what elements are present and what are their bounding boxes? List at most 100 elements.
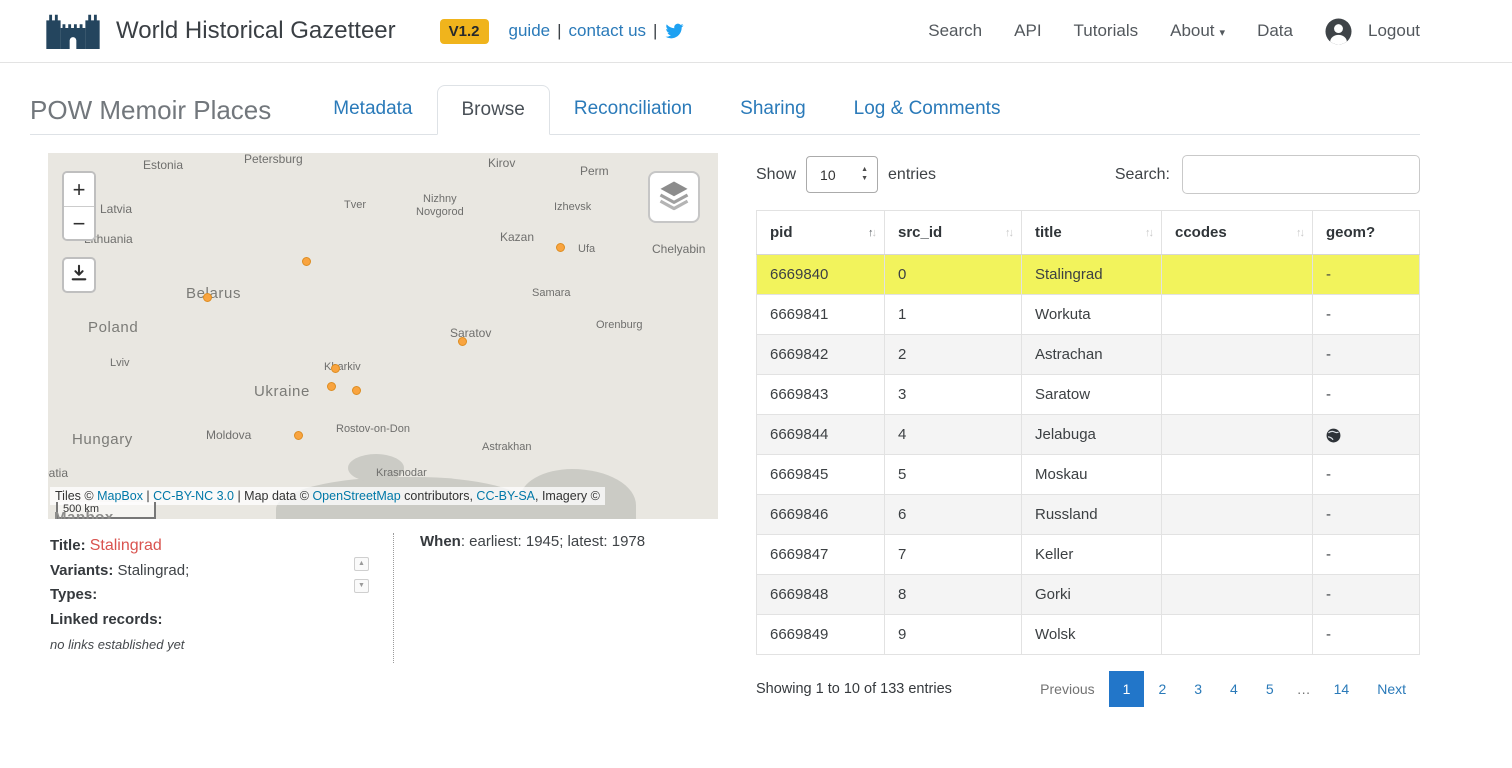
page-length-value: 10 xyxy=(820,167,836,183)
cell-src-id: 7 xyxy=(885,535,1022,575)
nav-item-api[interactable]: API xyxy=(1014,21,1041,41)
map-label-izhevsk: Izhevsk xyxy=(554,201,591,214)
main-content: EstoniaPetersburgKirovPermLatviaTverNizh… xyxy=(0,135,1512,707)
logout-link[interactable]: Logout xyxy=(1368,21,1420,41)
zoom-in-button[interactable]: + xyxy=(64,173,94,206)
sort-icon: ↑↓ xyxy=(1145,227,1152,239)
separator: | xyxy=(557,21,561,41)
nav-item-data[interactable]: Data xyxy=(1257,21,1293,41)
user-avatar[interactable] xyxy=(1325,18,1352,45)
cell-geom: - xyxy=(1313,455,1420,495)
nav-item-about[interactable]: About▾ xyxy=(1170,21,1225,41)
map-label-krasnodar: Krasnodar xyxy=(376,467,427,480)
map-label-samara: Samara xyxy=(532,287,571,300)
place-marker[interactable] xyxy=(331,364,340,373)
place-marker[interactable] xyxy=(203,293,212,302)
tab-sharing[interactable]: Sharing xyxy=(716,85,830,135)
tab-log-comments[interactable]: Log & Comments xyxy=(830,85,1025,135)
place-marker[interactable] xyxy=(327,382,336,391)
place-marker[interactable] xyxy=(302,257,311,266)
header-nav: Search API Tutorials About▾ Data xyxy=(928,21,1293,41)
place-marker[interactable] xyxy=(352,386,361,395)
twitter-icon[interactable] xyxy=(664,22,685,40)
tab-reconciliation[interactable]: Reconciliation xyxy=(550,85,716,135)
mapbox-watermark: Mapbox xyxy=(54,509,114,519)
table-row[interactable]: 66698488Gorki- xyxy=(757,575,1420,615)
contact-link[interactable]: contact us xyxy=(569,21,647,41)
page-3[interactable]: 3 xyxy=(1180,671,1216,707)
attribution-text: , Imagery © xyxy=(535,489,600,503)
scroll-up-icon[interactable]: ▲ xyxy=(354,557,369,571)
cell-geom: - xyxy=(1313,575,1420,615)
page-5[interactable]: 5 xyxy=(1252,671,1288,707)
column-label: pid xyxy=(770,224,793,241)
zoom-out-button[interactable]: − xyxy=(64,206,94,239)
place-marker[interactable] xyxy=(458,337,467,346)
openstreetmap-link[interactable]: OpenStreetMap xyxy=(312,489,400,503)
next-button[interactable]: Next xyxy=(1363,671,1420,707)
map-label-rostov-on-don: Rostov-on-Don xyxy=(336,423,410,436)
map-label-nizhny-novgorod: Nizhny Novgorod xyxy=(416,193,464,218)
cell-src-id: 6 xyxy=(885,495,1022,535)
cell-ccodes xyxy=(1162,415,1313,455)
nav-item-tutorials[interactable]: Tutorials xyxy=(1074,21,1139,41)
table-row[interactable]: 66698444Jelabuga xyxy=(757,415,1420,455)
variants-label: Variants: xyxy=(50,562,113,579)
map-label-moldova: Moldova xyxy=(206,429,251,443)
when-label: When xyxy=(420,533,461,550)
column-label: ccodes xyxy=(1175,224,1227,241)
cc-by-nc-link[interactable]: CC-BY-NC 3.0 xyxy=(153,489,234,503)
cell-geom xyxy=(1313,415,1420,455)
cell-title: Jelabuga xyxy=(1022,415,1162,455)
map[interactable]: EstoniaPetersburgKirovPermLatviaTverNizh… xyxy=(48,153,718,519)
page-14[interactable]: 14 xyxy=(1320,671,1364,707)
table-row[interactable]: 66698477Keller- xyxy=(757,535,1420,575)
tab-browse[interactable]: Browse xyxy=(437,85,550,135)
cell-ccodes xyxy=(1162,535,1313,575)
cell-ccodes xyxy=(1162,455,1313,495)
tab-metadata[interactable]: Metadata xyxy=(309,85,436,135)
column-header-ccodes[interactable]: ccodes↑↓ xyxy=(1162,211,1313,255)
table-row[interactable]: 66698400Stalingrad- xyxy=(757,255,1420,295)
cell-src-id: 2 xyxy=(885,335,1022,375)
search-input[interactable] xyxy=(1182,155,1420,194)
column-header-geom[interactable]: geom? xyxy=(1313,211,1420,255)
column-header-title[interactable]: title↑↓ xyxy=(1022,211,1162,255)
place-marker[interactable] xyxy=(556,243,565,252)
table-row[interactable]: 66698499Wolsk- xyxy=(757,615,1420,655)
table-row[interactable]: 66698411Workuta- xyxy=(757,295,1420,335)
page-2[interactable]: 2 xyxy=(1144,671,1180,707)
scroll-down-icon[interactable]: ▼ xyxy=(354,579,369,593)
map-label-estonia: Estonia xyxy=(143,159,183,173)
cell-geom: - xyxy=(1313,335,1420,375)
map-label-chelyabin: Chelyabin xyxy=(652,243,705,257)
table-row[interactable]: 66698433Saratow- xyxy=(757,375,1420,415)
page-4[interactable]: 4 xyxy=(1216,671,1252,707)
table-row[interactable]: 66698466Russland- xyxy=(757,495,1420,535)
guide-link[interactable]: guide xyxy=(509,21,551,41)
cell-pid: 6669841 xyxy=(757,295,885,335)
map-label-kharkiv: Kharkiv xyxy=(324,361,361,374)
places-table: pid↑↓src_id↑↓title↑↓ccodes↑↓geom? 666984… xyxy=(756,210,1420,655)
page-1[interactable]: 1 xyxy=(1109,671,1145,707)
cell-ccodes xyxy=(1162,495,1313,535)
map-download-button[interactable] xyxy=(62,257,96,293)
page-length-select[interactable]: 10 ▲▼ xyxy=(806,156,878,193)
when-value: : earliest: 1945; latest: 1978 xyxy=(461,533,645,550)
record-variants: Stalingrad; xyxy=(118,562,190,579)
select-arrows-icon: ▲▼ xyxy=(861,166,868,182)
previous-button[interactable]: Previous xyxy=(1026,671,1108,707)
page-ellipsis: … xyxy=(1288,671,1320,707)
mapbox-link[interactable]: MapBox xyxy=(97,489,143,503)
column-header-src-id[interactable]: src_id↑↓ xyxy=(885,211,1022,255)
table-row[interactable]: 66698422Astrachan- xyxy=(757,335,1420,375)
cell-pid: 6669847 xyxy=(757,535,885,575)
place-marker[interactable] xyxy=(294,431,303,440)
page-title: POW Memoir Places xyxy=(30,95,271,126)
map-layers-control[interactable] xyxy=(648,171,700,223)
cell-pid: 6669843 xyxy=(757,375,885,415)
nav-item-search[interactable]: Search xyxy=(928,21,982,41)
column-header-pid[interactable]: pid↑↓ xyxy=(757,211,885,255)
table-row[interactable]: 66698455Moskau- xyxy=(757,455,1420,495)
cc-by-sa-link[interactable]: CC-BY-SA xyxy=(476,489,535,503)
